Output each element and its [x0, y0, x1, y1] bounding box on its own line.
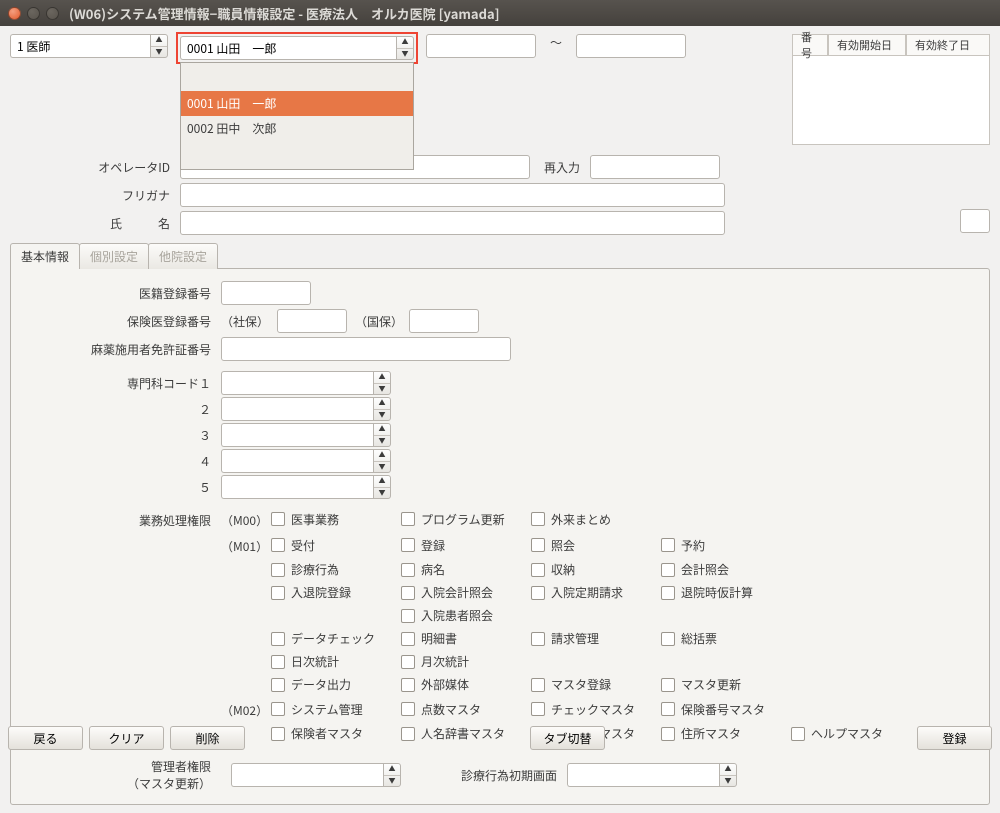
chk-nteiki[interactable]	[531, 586, 545, 600]
name-label: 氏 名	[10, 215, 180, 232]
senmon4-spin[interactable]: ▲▼	[221, 449, 391, 473]
staff-dropdown[interactable]: 0001 山田 一郎 0002 田中 次郎	[180, 62, 414, 170]
delete-button[interactable]: 削除	[170, 726, 245, 750]
chk-taiin[interactable]	[661, 586, 675, 600]
tab-basic[interactable]: 基本情報	[10, 243, 80, 269]
window-title: (W06)システム管理情報−職員情報設定 - 医療法人 オルカ医院 [yamad…	[69, 4, 500, 23]
role-input[interactable]	[10, 34, 150, 58]
staff-combo-highlight: ▲▼ 0001 山田 一郎 0002 田中 次郎	[176, 32, 418, 64]
chevron-down-icon[interactable]: ▼	[151, 47, 167, 58]
m01-label: （M01）	[221, 535, 271, 555]
chk-mtoroku[interactable]	[531, 678, 545, 692]
tilde-label: ～	[544, 34, 568, 51]
chk-toroku[interactable]	[401, 538, 415, 552]
admin-priv-label: 管理者権限	[21, 758, 211, 775]
admin-priv-spin[interactable]: ▲▼	[231, 763, 401, 787]
furigana-label: フリガナ	[10, 187, 180, 204]
chevron-down-icon[interactable]: ▼	[397, 49, 413, 60]
titlebar: (W06)システム管理情報−職員情報設定 - 医療法人 オルカ医院 [yamad…	[0, 0, 1000, 26]
col-end: 有効終了日	[906, 34, 990, 56]
small-box[interactable]	[960, 209, 990, 233]
kokuho-input[interactable]	[409, 309, 479, 333]
footer: 戻る クリア 削除 タブ切替 登録	[8, 726, 992, 750]
chk-shinryo[interactable]	[271, 563, 285, 577]
dropdown-item[interactable]: 0001 山田 一郎	[181, 91, 413, 116]
chk-sysadmin[interactable]	[271, 702, 285, 716]
chk-check[interactable]	[531, 702, 545, 716]
register-button[interactable]: 登録	[917, 726, 992, 750]
col-num: 番号	[792, 34, 828, 56]
reentry-input[interactable]	[590, 155, 720, 179]
chk-sokatsu[interactable]	[661, 632, 675, 646]
col-start: 有効開始日	[828, 34, 906, 56]
senmon4-label: ４	[21, 453, 221, 470]
senmon3-spin[interactable]: ▲▼	[221, 423, 391, 447]
chk-meisai[interactable]	[401, 632, 415, 646]
chk-datacheck[interactable]	[271, 632, 285, 646]
chk-seikyu[interactable]	[531, 632, 545, 646]
senmon3-label: ３	[21, 427, 221, 444]
maximize-icon[interactable]	[46, 7, 59, 20]
chk-kaikei[interactable]	[661, 563, 675, 577]
chk-hokennum[interactable]	[661, 702, 675, 716]
iseki-label: 医籍登録番号	[21, 285, 221, 302]
tabswitch-button[interactable]: タブ切替	[530, 726, 605, 750]
chk-nkanja[interactable]	[401, 609, 415, 623]
mayaku-label: 麻薬施用者免許証番号	[21, 341, 221, 358]
m02-label: （M02）	[221, 699, 271, 719]
senmon2-label: ２	[21, 401, 221, 418]
valid-end-input[interactable]	[576, 34, 686, 58]
chk-dataout[interactable]	[271, 678, 285, 692]
chk-yoyaku[interactable]	[661, 538, 675, 552]
shaho-label: （社保）	[221, 313, 269, 330]
shoki-spin[interactable]: ▲▼	[567, 763, 737, 787]
clear-button[interactable]: クリア	[89, 726, 164, 750]
tab-other[interactable]: 他院設定	[148, 243, 218, 269]
validity-list[interactable]	[792, 55, 990, 145]
master-update-label: （マスタ更新）	[21, 775, 211, 792]
gyomu-label: 業務処理権限	[21, 509, 221, 748]
mayaku-input[interactable]	[221, 337, 511, 361]
chk-nichiji[interactable]	[271, 655, 285, 669]
hoken-label: 保険医登録番号	[21, 313, 221, 330]
name-input[interactable]	[180, 211, 725, 235]
chk-gaibu[interactable]	[401, 678, 415, 692]
valid-start-input[interactable]	[426, 34, 536, 58]
minimize-icon[interactable]	[27, 7, 40, 20]
senmon2-spin[interactable]: ▲▼	[221, 397, 391, 421]
tab-individual[interactable]: 個別設定	[79, 243, 149, 269]
shaho-input[interactable]	[277, 309, 347, 333]
chk-mkoshin[interactable]	[661, 678, 675, 692]
m00-label: （M00）	[221, 509, 271, 529]
back-button[interactable]: 戻る	[8, 726, 83, 750]
senmon1-label: 専門科コード１	[21, 375, 221, 392]
chk-iji[interactable]	[271, 512, 285, 526]
chk-nyutai[interactable]	[271, 586, 285, 600]
iseki-input[interactable]	[221, 281, 311, 305]
chk-gairai[interactable]	[531, 512, 545, 526]
senmon5-label: ５	[21, 479, 221, 496]
chk-shokai[interactable]	[531, 538, 545, 552]
reentry-label: 再入力	[530, 159, 590, 176]
chk-tensu[interactable]	[401, 702, 415, 716]
role-spinbox[interactable]: ▲▼	[10, 34, 168, 58]
chevron-up-icon[interactable]: ▲	[397, 37, 413, 49]
chevron-up-icon[interactable]: ▲	[151, 35, 167, 47]
senmon1-spin[interactable]: ▲▼	[221, 371, 391, 395]
shoki-label: 診療行為初期画面	[461, 767, 557, 784]
kokuho-label: （国保）	[355, 313, 403, 330]
basic-panel: 医籍登録番号 保険医登録番号 （社保） （国保） 麻薬施用者免許証番号 専門科コ…	[10, 268, 990, 805]
operator-id-label: オペレータID	[10, 159, 180, 176]
furigana-input[interactable]	[180, 183, 725, 207]
chk-shuno[interactable]	[531, 563, 545, 577]
chk-nkaikei[interactable]	[401, 586, 415, 600]
staff-combo-input[interactable]	[180, 36, 396, 60]
chk-prog[interactable]	[401, 512, 415, 526]
chk-uketsuke[interactable]	[271, 538, 285, 552]
senmon5-spin[interactable]: ▲▼	[221, 475, 391, 499]
chk-byomei[interactable]	[401, 563, 415, 577]
dropdown-item[interactable]: 0002 田中 次郎	[181, 116, 413, 141]
chk-getsuji[interactable]	[401, 655, 415, 669]
close-icon[interactable]	[8, 7, 21, 20]
